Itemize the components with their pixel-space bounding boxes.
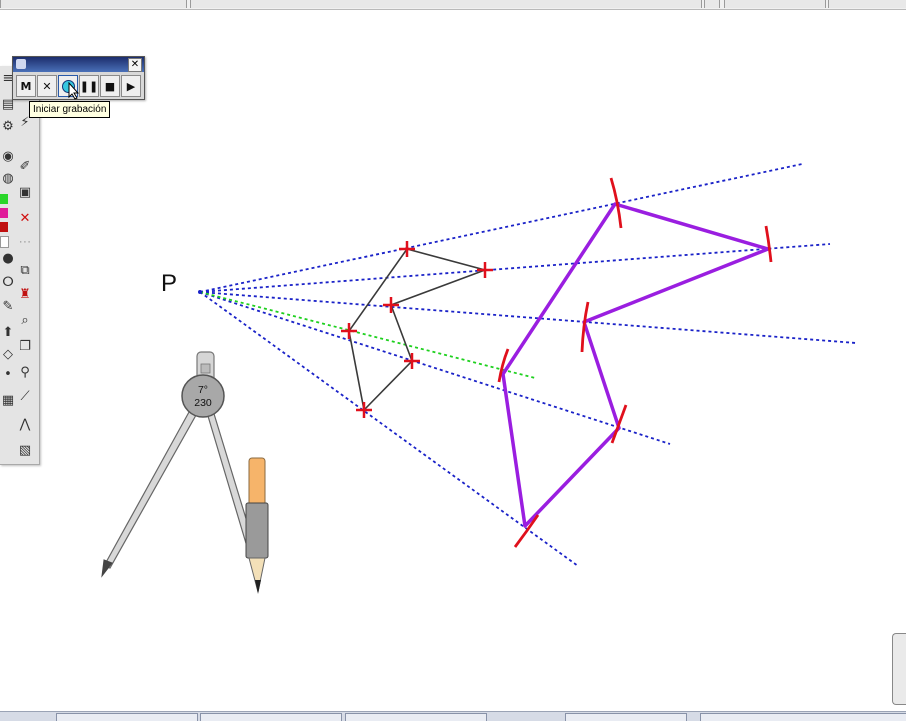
compass-hinge: [181, 374, 225, 418]
point-icon[interactable]: •: [0, 366, 16, 382]
close-recording-button[interactable]: ✕: [37, 75, 57, 97]
mouse-pointer-icon: [68, 82, 80, 100]
color-swatch-white[interactable]: [0, 236, 9, 248]
stop-button[interactable]: ■: [100, 75, 120, 97]
compass-angle-label: 7°: [198, 384, 208, 396]
calendar-icon[interactable]: ▦: [0, 392, 16, 408]
recorder-close-button[interactable]: ✕: [128, 58, 142, 72]
eraser-icon[interactable]: ✎: [0, 298, 16, 314]
pencil-icon[interactable]: ✐: [17, 158, 33, 174]
screen-icon[interactable]: ⧉: [17, 262, 33, 278]
minimize-button[interactable]: M: [16, 75, 36, 97]
compass-handle-grip: [200, 363, 211, 374]
color-swatch-green[interactable]: [0, 194, 8, 204]
cross-marker: [477, 262, 493, 278]
ray-2: [199, 243, 831, 293]
grid-icon[interactable]: ⋯: [17, 234, 33, 250]
left-toolbar: ≡ ▤ ⚙ ◉ ◍ ● ⵔ ✎ ⬆ ◇ • ▦ ☞ ⚡ ✐ ▣ ✕ ⋯ ⧉ ♜ …: [0, 66, 40, 465]
pause-button[interactable]: ❚❚: [79, 75, 99, 97]
arc-tick: [764, 225, 773, 263]
compass-icon[interactable]: ⋀: [17, 416, 33, 432]
arc-ticks: [497, 177, 773, 548]
copy-icon[interactable]: ❐: [17, 338, 33, 354]
cross-marker: [399, 241, 415, 257]
shape-icon[interactable]: ◇: [0, 346, 16, 362]
cross-marker: [383, 297, 399, 313]
cross-markers: [341, 241, 493, 418]
ruler-icon[interactable]: ⟋: [17, 388, 33, 404]
drawing-canvas[interactable]: 7° 230: [0, 0, 906, 720]
delete-icon[interactable]: ✕: [17, 210, 33, 226]
compass-tool[interactable]: 7° 230: [101, 351, 269, 594]
image-icon[interactable]: ▧: [17, 442, 33, 458]
globe-icon[interactable]: ◍: [0, 170, 16, 186]
pencil-lead: [255, 580, 261, 594]
pencil-body: [248, 457, 266, 509]
point-label: P: [161, 270, 178, 297]
eye-icon[interactable]: ◉: [0, 148, 16, 164]
stamp-icon[interactable]: ♜: [17, 286, 33, 302]
projection-rays: [199, 163, 857, 567]
play-button[interactable]: ▶: [121, 75, 141, 97]
corner-widget[interactable]: [892, 633, 906, 705]
pencil-clamp: [245, 502, 269, 559]
recorder-title-bar[interactable]: ✕: [13, 57, 144, 72]
find-icon[interactable]: ⚲: [17, 364, 33, 380]
color-swatch-red[interactable]: [0, 222, 8, 232]
lasso-icon[interactable]: ⵔ: [0, 274, 16, 290]
arc-tick: [513, 514, 540, 548]
zoom-icon[interactable]: ⌕: [17, 312, 33, 328]
compass-value-label: 230: [194, 397, 212, 409]
compass-left-leg: [103, 402, 201, 569]
camera-icon[interactable]: ▣: [17, 184, 33, 200]
gear-icon[interactable]: ⚙: [0, 118, 16, 134]
center-point: [198, 290, 202, 294]
recorder-logo-icon: [16, 59, 26, 69]
arrow-icon[interactable]: ⬆: [0, 324, 16, 340]
color-swatch-magenta[interactable]: [0, 208, 8, 218]
record-tooltip: Iniciar grabación: [29, 101, 111, 118]
original-polygon: [348, 248, 488, 412]
dot-icon[interactable]: ●: [0, 250, 16, 266]
cross-marker: [341, 323, 357, 339]
